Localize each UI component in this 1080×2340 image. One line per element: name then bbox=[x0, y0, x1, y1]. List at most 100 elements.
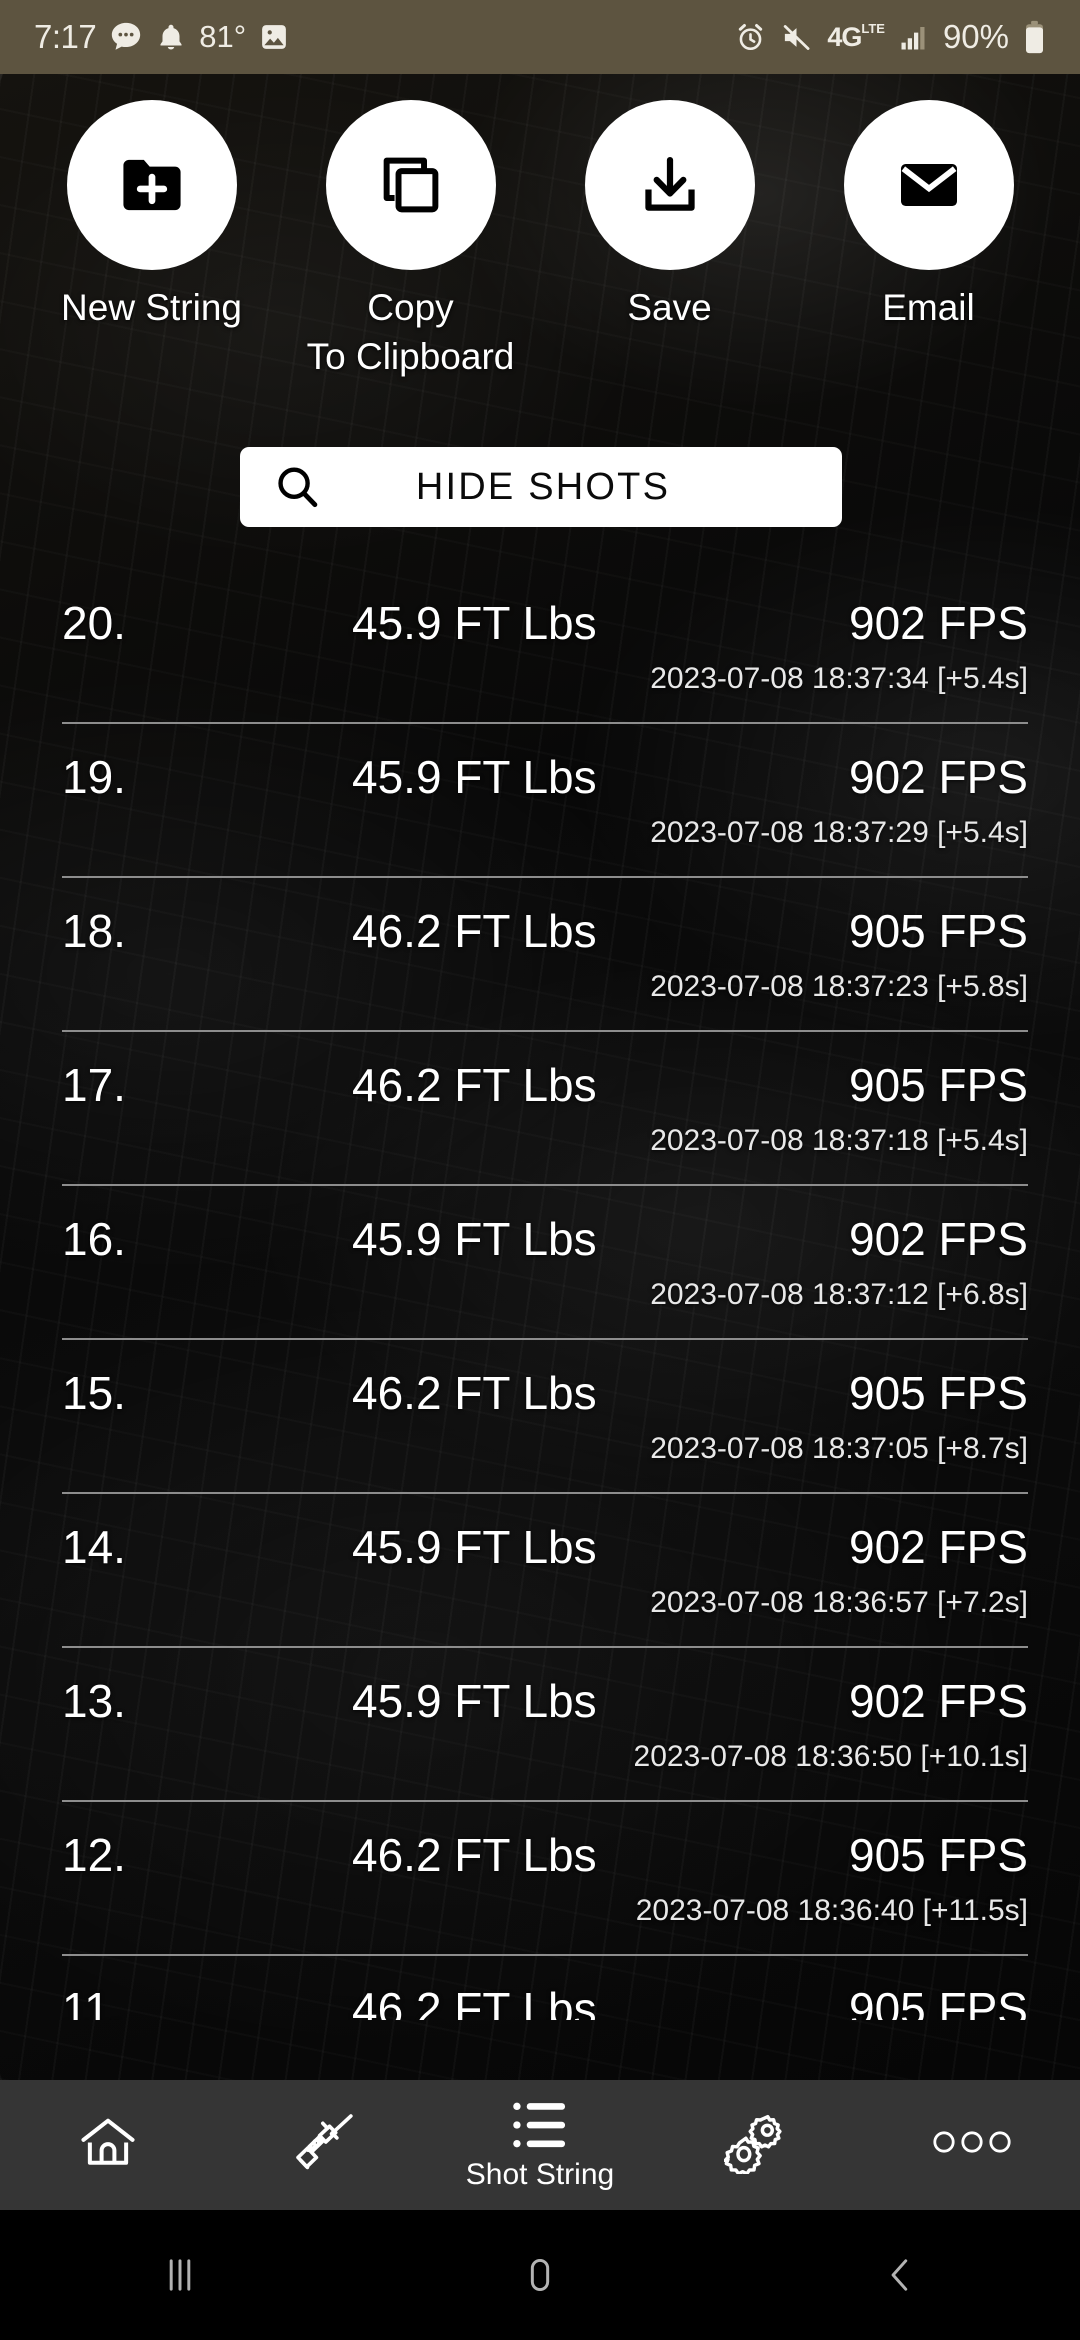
shot-energy: 46.2 FT Lbs bbox=[352, 1829, 597, 1881]
shot-timestamp: 2023-07-08 18:36:50 [+10.1s] bbox=[633, 1740, 1028, 1773]
hide-shots-button[interactable]: HIDE SHOTS bbox=[240, 447, 842, 527]
shot-list[interactable]: 20. 45.9 FT Lbs 902 FPS 2023-07-08 18:37… bbox=[0, 570, 1080, 2020]
table-row[interactable]: 18. 46.2 FT Lbs 905 FPS 2023-07-08 18:37… bbox=[0, 878, 1080, 1032]
home-button[interactable] bbox=[360, 2252, 720, 2298]
download-icon bbox=[636, 151, 704, 219]
shot-energy: 46.2 FT Lbs bbox=[352, 1059, 597, 1111]
shot-energy: 46.2 FT Lbs bbox=[352, 1983, 597, 2020]
battery-icon bbox=[1023, 20, 1046, 54]
home-pill-icon bbox=[517, 2252, 563, 2298]
shot-timestamp: 2023-07-08 18:37:34 [+5.4s] bbox=[650, 662, 1028, 695]
bell-icon bbox=[156, 21, 186, 53]
shot-velocity: 902 FPS bbox=[849, 751, 1028, 803]
search-icon bbox=[272, 462, 322, 512]
table-row[interactable]: 16. 45.9 FT Lbs 902 FPS 2023-07-08 18:37… bbox=[0, 1186, 1080, 1340]
shot-velocity: 905 FPS bbox=[849, 1367, 1028, 1419]
status-bar: 7:17 81° 4G LTE 90% bbox=[0, 0, 1080, 74]
rifle-scope-icon bbox=[289, 2107, 359, 2177]
nav-item-home[interactable] bbox=[0, 2080, 216, 2210]
shot-timestamp: 2023-07-08 18:37:05 [+8.7s] bbox=[650, 1432, 1028, 1465]
image-icon bbox=[259, 22, 289, 52]
shot-row-main: 11. 46.2 FT Lbs 905 FPS bbox=[62, 1956, 1028, 2020]
shot-row-main: 14. 45.9 FT Lbs 902 FPS bbox=[62, 1494, 1028, 1574]
shot-timestamp: 2023-07-08 18:37:12 [+6.8s] bbox=[650, 1278, 1028, 1311]
recents-button[interactable] bbox=[0, 2252, 360, 2298]
shot-energy: 46.2 FT Lbs bbox=[352, 905, 597, 957]
email-button-label: Email bbox=[882, 287, 975, 328]
shot-energy: 45.9 FT Lbs bbox=[352, 1675, 597, 1727]
save-button[interactable]: Save bbox=[540, 100, 799, 381]
shot-velocity: 905 FPS bbox=[849, 905, 1028, 957]
shot-timestamp: 2023-07-08 18:37:18 [+5.4s] bbox=[650, 1124, 1028, 1157]
shot-energy: 45.9 FT Lbs bbox=[352, 1213, 597, 1265]
save-button-circle[interactable] bbox=[584, 100, 755, 270]
status-bar-right: 4G LTE 90% bbox=[735, 18, 1046, 56]
shot-energy: 46.2 FT Lbs bbox=[352, 1367, 597, 1419]
table-row[interactable]: 17. 46.2 FT Lbs 905 FPS 2023-07-08 18:37… bbox=[0, 1032, 1080, 1186]
shot-index: 15. bbox=[62, 1367, 126, 1419]
overflow-dots-icon bbox=[932, 2125, 1012, 2159]
new-string-button-circle[interactable] bbox=[66, 100, 237, 270]
shot-energy: 45.9 FT Lbs bbox=[352, 597, 597, 649]
mute-icon bbox=[780, 22, 813, 53]
shot-timestamp: 2023-07-08 18:36:40 [+11.5s] bbox=[635, 1894, 1028, 1927]
nav-item-shot-string[interactable]: Shot String bbox=[432, 2080, 648, 2210]
shot-row-main: 13. 45.9 FT Lbs 902 FPS bbox=[62, 1648, 1028, 1728]
shot-index: 16. bbox=[62, 1213, 126, 1265]
table-row[interactable]: 13. 45.9 FT Lbs 902 FPS 2023-07-08 18:36… bbox=[0, 1648, 1080, 1802]
list-icon bbox=[510, 2098, 570, 2152]
shot-timestamp: 2023-07-08 18:37:23 [+5.8s] bbox=[650, 970, 1028, 1003]
recents-icon bbox=[157, 2252, 203, 2298]
shot-timestamp: 2023-07-08 18:36:57 [+7.2s] bbox=[650, 1586, 1028, 1619]
nav-item-more[interactable] bbox=[864, 2080, 1080, 2210]
table-row[interactable]: 12. 46.2 FT Lbs 905 FPS 2023-07-08 18:36… bbox=[0, 1802, 1080, 1956]
shot-velocity: 902 FPS bbox=[849, 1521, 1028, 1573]
nav-item-settings[interactable] bbox=[648, 2080, 864, 2210]
alarm-clock-icon bbox=[735, 22, 766, 53]
status-clock: 7:17 bbox=[34, 18, 97, 55]
table-row[interactable]: 19. 45.9 FT Lbs 902 FPS 2023-07-08 18:37… bbox=[0, 724, 1080, 878]
shot-row-main: 15. 46.2 FT Lbs 905 FPS bbox=[62, 1340, 1028, 1420]
network-type-sup: LTE bbox=[861, 20, 885, 36]
status-bar-left: 7:17 81° bbox=[34, 18, 289, 56]
email-button[interactable]: Email bbox=[799, 100, 1058, 381]
shot-row-main: 18. 46.2 FT Lbs 905 FPS bbox=[62, 878, 1028, 958]
shot-velocity: 905 FPS bbox=[849, 1983, 1028, 2020]
back-chevron-icon bbox=[877, 2252, 923, 2298]
shot-index: 14. bbox=[62, 1521, 126, 1573]
shot-index: 12. bbox=[62, 1829, 126, 1881]
copy-to-clipboard-button-circle[interactable] bbox=[325, 100, 496, 270]
table-row[interactable]: 14. 45.9 FT Lbs 902 FPS 2023-07-08 18:36… bbox=[0, 1494, 1080, 1648]
nav-item-rifle[interactable] bbox=[216, 2080, 432, 2210]
shot-velocity: 905 FPS bbox=[849, 1059, 1028, 1111]
shot-energy: 45.9 FT Lbs bbox=[352, 751, 597, 803]
shot-velocity: 905 FPS bbox=[849, 1829, 1028, 1881]
gears-icon bbox=[724, 2110, 788, 2174]
shot-row-main: 16. 45.9 FT Lbs 902 FPS bbox=[62, 1186, 1028, 1266]
bottom-navigation-bar: Shot String bbox=[0, 2080, 1080, 2210]
shot-energy: 45.9 FT Lbs bbox=[352, 1521, 597, 1573]
shot-row-main: 20. 45.9 FT Lbs 902 FPS bbox=[62, 570, 1028, 650]
email-button-circle[interactable] bbox=[843, 100, 1014, 270]
signal-bars-icon bbox=[899, 22, 929, 52]
new-string-button[interactable]: New String bbox=[22, 100, 281, 381]
shot-row-main: 17. 46.2 FT Lbs 905 FPS bbox=[62, 1032, 1028, 1112]
table-row[interactable]: 15. 46.2 FT Lbs 905 FPS 2023-07-08 18:37… bbox=[0, 1340, 1080, 1494]
shot-index: 17. bbox=[62, 1059, 126, 1111]
shot-velocity: 902 FPS bbox=[849, 1213, 1028, 1265]
copy-icon bbox=[377, 151, 445, 219]
new-string-button-label: New String bbox=[61, 287, 242, 328]
back-button[interactable] bbox=[720, 2252, 1080, 2298]
shot-index: 19. bbox=[62, 751, 126, 803]
folder-plus-icon bbox=[117, 150, 187, 220]
status-battery-label: 90% bbox=[942, 18, 1009, 55]
table-row[interactable]: 11. 46.2 FT Lbs 905 FPS bbox=[0, 1956, 1080, 2020]
shot-timestamp: 2023-07-08 18:37:29 [+5.4s] bbox=[650, 816, 1028, 849]
status-temperature: 81° bbox=[199, 19, 247, 54]
home-icon bbox=[76, 2110, 140, 2174]
shot-index: 11. bbox=[62, 1983, 123, 2020]
action-button-row: New String Copy To Clipboard Save Email bbox=[0, 74, 1080, 381]
message-bubble-icon bbox=[109, 20, 143, 54]
table-row[interactable]: 20. 45.9 FT Lbs 902 FPS 2023-07-08 18:37… bbox=[0, 570, 1080, 724]
copy-to-clipboard-button[interactable]: Copy To Clipboard bbox=[281, 100, 540, 381]
